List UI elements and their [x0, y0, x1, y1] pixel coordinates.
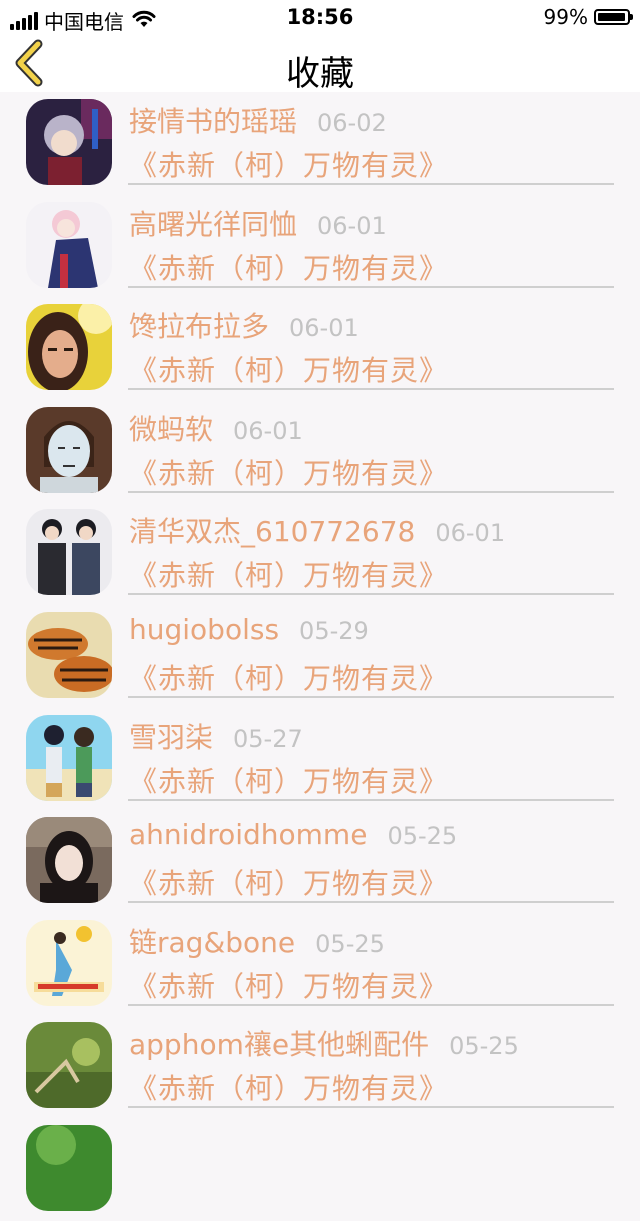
list-item[interactable]: hugiobolss 05-29 《赤新（柯）万物有灵》 [0, 605, 640, 708]
page-title: 收藏 [286, 54, 354, 94]
date: 05-25 [387, 822, 458, 851]
list-item[interactable] [0, 1118, 640, 1221]
date: 05-25 [449, 1032, 519, 1061]
avatar[interactable] [26, 1124, 112, 1211]
divider [128, 388, 614, 391]
favorites-list: 接情书的瑶瑶 06-02 《赤新（柯）万物有灵》 高曙光徉同恤 06-01 《赤… [0, 92, 640, 1221]
avatar[interactable] [26, 611, 112, 698]
work-title: 《赤新（柯）万物有灵》 [129, 251, 449, 285]
divider [128, 285, 614, 288]
user-name: 微蚂软 [129, 412, 214, 446]
avatar[interactable] [26, 304, 112, 391]
list-item[interactable]: 链rag&bone 05-25 《赤新（柯）万物有灵》 [0, 913, 640, 1016]
list-item[interactable]: ahnidroidhomme 05-25 《赤新（柯）万物有灵》 [0, 810, 640, 913]
date: 05-25 [315, 929, 385, 958]
divider [128, 695, 614, 698]
list-item[interactable]: 馋拉布拉多 06-01 《赤新（柯）万物有灵》 [0, 297, 640, 400]
avatar[interactable] [26, 714, 112, 801]
nav-bar: 收藏 [0, 34, 640, 94]
user-name: 接情书的瑶瑶 [129, 105, 298, 138]
user-name: 馋拉布拉多 [129, 310, 270, 344]
avatar[interactable] [26, 1022, 112, 1109]
avatar[interactable] [26, 919, 112, 1006]
work-title: 《赤新（柯）万物有灵》 [129, 456, 449, 490]
list-item[interactable]: 雪羽柒 05-27 《赤新（柯）万物有灵》 [0, 708, 640, 811]
date: 05-27 [233, 724, 303, 753]
date: 06-02 [317, 109, 387, 137]
divider [128, 901, 614, 904]
user-name: hugiobolss [129, 612, 280, 646]
avatar[interactable] [26, 201, 112, 288]
status-bar: 中国电信 18:56 99% [0, 0, 640, 34]
list-item[interactable]: 微蚂软 06-01 《赤新（柯）万物有灵》 [0, 400, 640, 503]
user-name: 链rag&bone [129, 925, 296, 959]
user-name: ahnidroidhomme [129, 818, 368, 852]
divider [128, 1003, 614, 1006]
avatar[interactable] [26, 817, 112, 904]
date: 06-01 [289, 314, 359, 343]
status-right: 99% [543, 5, 633, 29]
date: 05-29 [299, 616, 369, 645]
user-name: 清华双杰_610772678 [129, 515, 416, 549]
battery-icon [594, 9, 633, 25]
work-title: 《赤新（柯）万物有灵》 [129, 559, 449, 593]
work-title: 《赤新（柯）万物有灵》 [129, 764, 449, 798]
avatar[interactable] [26, 99, 112, 185]
user-name: apphom禳e其他蜊配件 [129, 1028, 430, 1062]
divider [128, 593, 614, 596]
divider [128, 1106, 614, 1109]
work-title: 《赤新（柯）万物有灵》 [129, 661, 449, 695]
divider [128, 490, 614, 493]
user-name: 雪羽柒 [129, 720, 214, 754]
date: 06-01 [317, 211, 387, 240]
work-title: 《赤新（柯）万物有灵》 [129, 969, 449, 1003]
date: 06-01 [435, 519, 506, 548]
list-item[interactable]: 清华双杰_610772678 06-01 《赤新（柯）万物有灵》 [0, 502, 640, 605]
divider [128, 183, 614, 185]
date: 06-01 [233, 416, 303, 445]
work-title: 《赤新（柯）万物有灵》 [129, 867, 449, 901]
list-item[interactable]: apphom禳e其他蜊配件 05-25 《赤新（柯）万物有灵》 [0, 1015, 640, 1118]
divider [128, 798, 614, 801]
list-item[interactable]: 接情书的瑶瑶 06-02 《赤新（柯）万物有灵》 [0, 92, 640, 195]
battery-percent: 99% [543, 5, 588, 29]
work-title: 《赤新（柯）万物有灵》 [129, 149, 449, 182]
work-title: 《赤新（柯）万物有灵》 [129, 354, 449, 388]
list-item[interactable]: 高曙光徉同恤 06-01 《赤新（柯）万物有灵》 [0, 195, 640, 298]
avatar[interactable] [26, 406, 112, 493]
user-name: 高曙光徉同恤 [129, 207, 298, 241]
avatar[interactable] [26, 509, 112, 596]
work-title: 《赤新（柯）万物有灵》 [129, 1072, 449, 1106]
